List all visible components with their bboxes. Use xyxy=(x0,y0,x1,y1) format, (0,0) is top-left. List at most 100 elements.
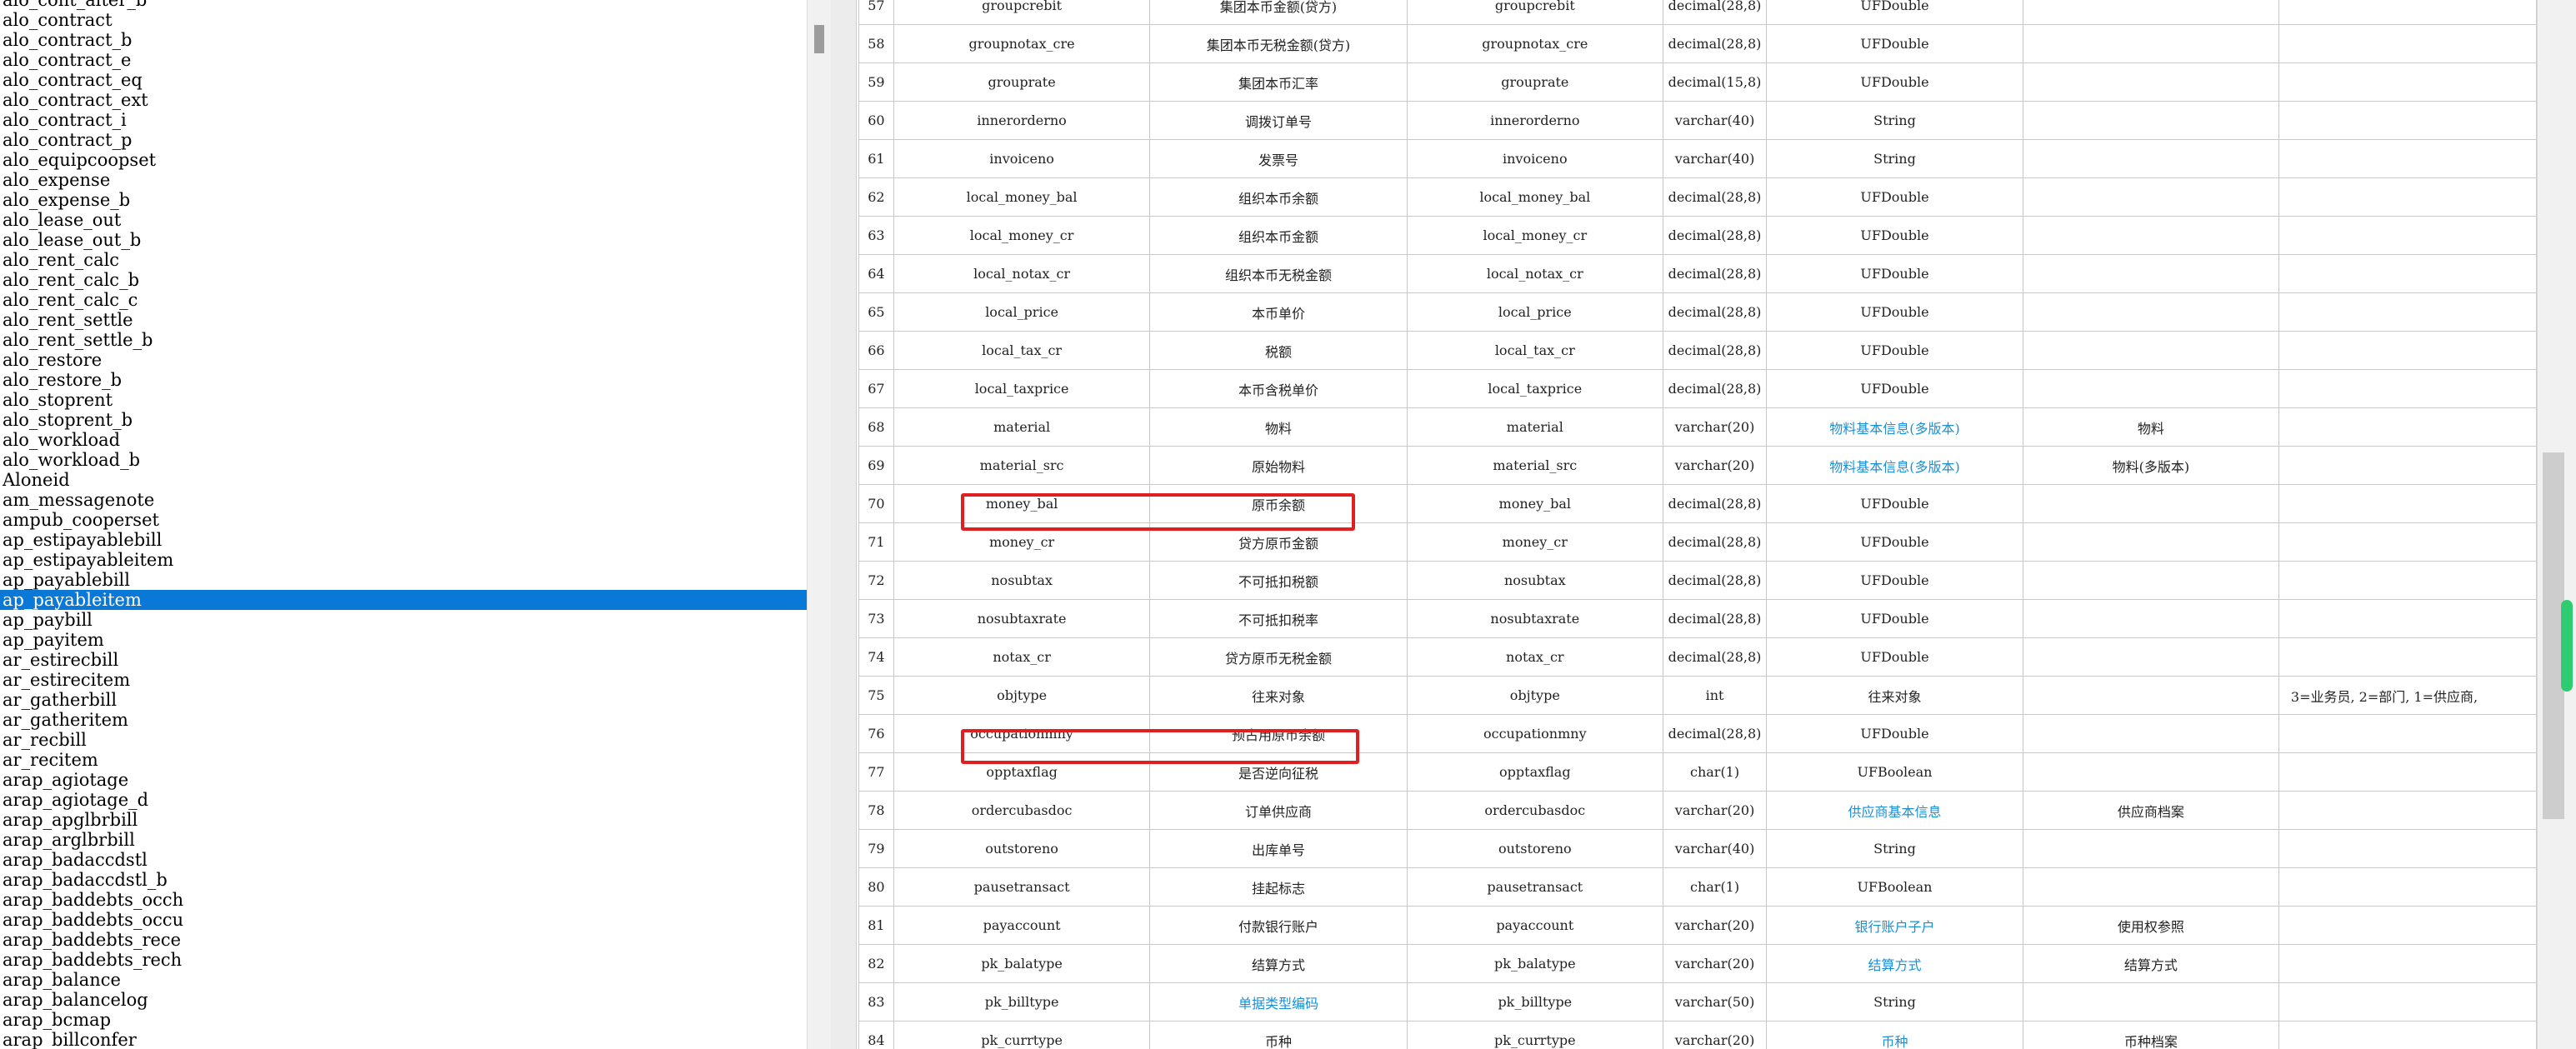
table-list-item[interactable]: alo_rent_calc xyxy=(0,250,807,270)
table-list-item[interactable]: am_messagenote xyxy=(0,490,807,510)
cell-name: 贷方原币金额 xyxy=(1149,522,1408,562)
table-list-item[interactable]: arap_arglbrbill xyxy=(0,830,807,850)
table-list-item[interactable]: alo_workload xyxy=(0,430,807,450)
table-list-item[interactable]: ap_estipayablebill xyxy=(0,530,807,550)
table-list-item[interactable]: alo_equipcoopset xyxy=(0,150,807,170)
table-list-item[interactable]: ap_payableitem xyxy=(0,590,807,610)
panel-splitter[interactable] xyxy=(831,0,857,1049)
table-list-item[interactable]: arap_billconfer xyxy=(0,1030,807,1049)
table-list-item[interactable]: arap_bcmap xyxy=(0,1010,807,1030)
cell-field: occupationmny xyxy=(1406,714,1664,753)
cell-ref xyxy=(2022,0,2279,25)
cell-utype[interactable]: 物料基本信息(多版本) xyxy=(1766,407,2023,447)
table-list-item[interactable]: alo_rent_calc_b xyxy=(0,270,807,290)
table-list-item[interactable]: alo_lease_out xyxy=(0,210,807,230)
cell-num: 58 xyxy=(858,24,894,63)
table-list-item[interactable]: alo_cont_alter_b xyxy=(0,0,807,10)
table-list-item[interactable]: arap_balancelog xyxy=(0,990,807,1010)
table-list-item[interactable]: ap_payablebill xyxy=(0,570,807,590)
cell-code: ordercubasdoc xyxy=(893,791,1151,830)
table-list-item[interactable]: ar_gatheritem xyxy=(0,710,807,730)
cell-dtype: varchar(20) xyxy=(1663,446,1768,485)
cell-utype: UFBoolean xyxy=(1766,752,2023,792)
table-list-item[interactable]: alo_expense xyxy=(0,170,807,190)
table-row: 80 pausetransact 挂起标志 pausetransact char(1) U… xyxy=(858,867,2537,907)
table-list-item[interactable]: alo_contract xyxy=(0,10,807,30)
table-list-item[interactable]: alo_contract_b xyxy=(0,30,807,50)
cell-remark xyxy=(2278,599,2537,638)
table-list-item[interactable]: alo_contract_eq xyxy=(0,70,807,90)
cell-ref xyxy=(2022,637,2279,677)
cell-remark xyxy=(2278,637,2537,677)
table-list-item[interactable]: arap_baddebts_rece xyxy=(0,930,807,950)
table-list-item[interactable]: ampub_cooperset xyxy=(0,510,807,530)
cell-name: 税额 xyxy=(1149,331,1408,370)
table-list-item[interactable]: alo_workload_b xyxy=(0,450,807,470)
cell-dtype: decimal(28,8) xyxy=(1663,177,1768,217)
table-list-item[interactable]: ap_paybill xyxy=(0,610,807,630)
table-list-item[interactable]: alo_restore_b xyxy=(0,370,807,390)
cell-utype[interactable]: 结算方式 xyxy=(1766,944,2023,983)
cell-remark xyxy=(2278,714,2537,753)
table-list-item[interactable]: arap_baddebts_occh xyxy=(0,890,807,910)
table-list-item[interactable]: ar_estirecbill xyxy=(0,650,807,670)
cell-remark xyxy=(2278,752,2537,792)
cell-num: 72 xyxy=(858,561,894,600)
table-list-item[interactable]: alo_lease_out_b xyxy=(0,230,807,250)
cell-remark: 3=业务员, 2=部门, 1=供应商, xyxy=(2278,676,2537,715)
table-list-item[interactable]: alo_contract_i xyxy=(0,110,807,130)
cell-ref xyxy=(2022,982,2279,1022)
cell-dtype: decimal(28,8) xyxy=(1663,24,1768,63)
cell-ref xyxy=(2022,829,2279,868)
cell-ref xyxy=(2022,101,2279,140)
scroll-position-marker xyxy=(2561,600,2573,692)
cell-field: local_price xyxy=(1406,292,1664,332)
cell-utype[interactable]: 币种 xyxy=(1766,1021,2023,1049)
table-list-item[interactable]: ar_recitem xyxy=(0,750,807,770)
cell-num: 60 xyxy=(858,101,894,140)
table-list-item[interactable]: alo_rent_settle_b xyxy=(0,330,807,350)
table-list-item[interactable]: Aloneid xyxy=(0,470,807,490)
cell-num: 75 xyxy=(858,676,894,715)
cell-field: grouprate xyxy=(1406,62,1664,102)
cell-utype: String xyxy=(1766,139,2023,178)
table-list-item[interactable]: arap_apglbrbill xyxy=(0,810,807,830)
cell-name[interactable]: 单据类型编码 xyxy=(1149,982,1408,1022)
cell-utype[interactable]: 物料基本信息(多版本) xyxy=(1766,446,2023,485)
cell-utype: UFDouble xyxy=(1766,484,2023,523)
table-list-item[interactable]: arap_badaccdstl_b xyxy=(0,870,807,890)
table-list-item[interactable]: ar_estirecitem xyxy=(0,670,807,690)
table-list-item[interactable]: arap_baddebts_rech xyxy=(0,950,807,970)
cell-remark xyxy=(2278,292,2537,332)
table-list-item[interactable]: alo_stoprent_b xyxy=(0,410,807,430)
table-list-item[interactable]: ar_recbill xyxy=(0,730,807,750)
right-scrollbar[interactable] xyxy=(2537,0,2576,1049)
cell-ref xyxy=(2022,867,2279,907)
table-list-item[interactable]: alo_expense_b xyxy=(0,190,807,210)
table-list-item[interactable]: ar_gatherbill xyxy=(0,690,807,710)
table-list-item[interactable]: arap_baddebts_occu xyxy=(0,910,807,930)
cell-remark xyxy=(2278,101,2537,140)
cell-utype[interactable]: 供应商基本信息 xyxy=(1766,791,2023,830)
table-list-item[interactable]: ap_payitem xyxy=(0,630,807,650)
cell-utype[interactable]: 银行账户子户 xyxy=(1766,906,2023,945)
cell-field: money_cr xyxy=(1406,522,1664,562)
table-list-item[interactable]: ap_estipayableitem xyxy=(0,550,807,570)
cell-dtype: varchar(20) xyxy=(1663,791,1768,830)
cell-field: pk_currtype xyxy=(1406,1021,1664,1049)
table-list-item[interactable]: arap_balance xyxy=(0,970,807,990)
table-list-item[interactable]: arap_agiotage_d xyxy=(0,790,807,810)
table-list-item[interactable]: alo_contract_e xyxy=(0,50,807,70)
table-list-item[interactable]: alo_rent_settle xyxy=(0,310,807,330)
table-list-item[interactable]: alo_stoprent xyxy=(0,390,807,410)
table-list-item[interactable]: arap_badaccdstl xyxy=(0,850,807,870)
table-list-item[interactable]: alo_rent_calc_c xyxy=(0,290,807,310)
table-list-item[interactable]: alo_contract_p xyxy=(0,130,807,150)
table-list-item[interactable]: arap_agiotage xyxy=(0,770,807,790)
cell-remark xyxy=(2278,216,2537,255)
table-list-item[interactable]: alo_contract_ext xyxy=(0,90,807,110)
left-scrollbar[interactable] xyxy=(807,0,831,1049)
cell-remark xyxy=(2278,254,2537,293)
table-list-item[interactable]: alo_restore xyxy=(0,350,807,370)
left-scrollbar-thumb[interactable] xyxy=(814,25,824,53)
